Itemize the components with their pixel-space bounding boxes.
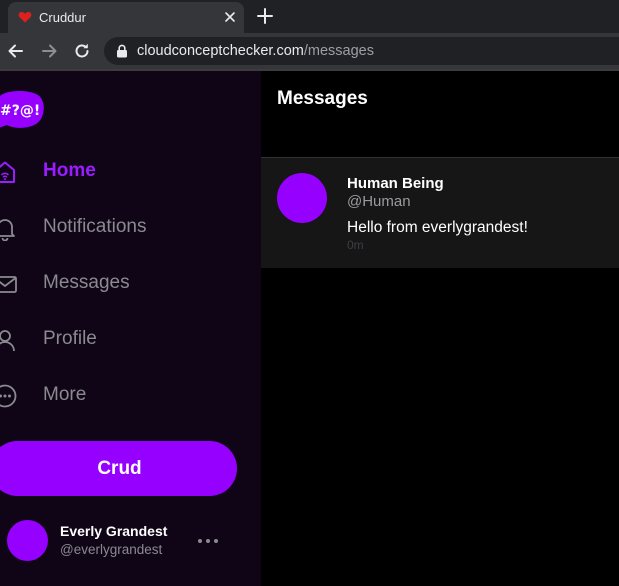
bell-icon: [0, 219, 15, 241]
sidebar-item-label: More: [43, 384, 87, 405]
address-bar[interactable]: cloudconceptchecker.com/messages: [104, 37, 619, 65]
sidebar-item-label: Messages: [43, 272, 130, 293]
browser-tab[interactable]: Cruddur: [8, 2, 244, 33]
crud-button[interactable]: Crud: [0, 441, 237, 496]
message-timestamp: 0m: [347, 238, 364, 252]
user-handle: @everlygrandest: [60, 542, 163, 557]
browser-tab-bar: Cruddur: [0, 0, 619, 33]
home-icon: [0, 161, 15, 183]
url-path: /messages: [303, 43, 374, 59]
tab-title: Cruddur: [39, 10, 86, 25]
main-content: Messages Human Being @Human Hello from e…: [261, 71, 619, 586]
person-icon: [0, 330, 15, 352]
user-display-name: Everly Grandest: [60, 523, 168, 539]
crud-button-label: Crud: [97, 457, 142, 479]
more-dots-icon[interactable]: [197, 538, 219, 544]
sidebar-item-home[interactable]: Home: [0, 151, 250, 191]
message-text: Hello from everlygrandest!: [347, 219, 528, 236]
browser-toolbar: cloudconceptchecker.com/messages: [0, 33, 619, 69]
back-arrow-icon[interactable]: [6, 41, 26, 61]
forward-arrow-icon[interactable]: [39, 41, 59, 61]
logo-text: #?@!: [0, 103, 40, 119]
message-sender-name: Human Being: [347, 175, 444, 192]
page-title: Messages: [277, 88, 368, 109]
sidebar-item-messages[interactable]: Messages: [0, 263, 250, 303]
mail-icon: [0, 276, 17, 293]
heart-favicon-icon: [18, 11, 32, 23]
sidebar-item-label: Notifications: [43, 216, 147, 237]
sidebar-item-notifications[interactable]: Notifications: [0, 207, 250, 247]
cruddur-logo[interactable]: #?@!: [0, 90, 46, 130]
more-circle-icon: [0, 384, 17, 408]
message-sender-handle: @Human: [347, 193, 411, 210]
close-icon[interactable]: [222, 9, 238, 25]
avatar: [277, 173, 327, 223]
url-text: cloudconceptchecker.com/messages: [137, 43, 374, 59]
lock-icon: [117, 44, 127, 58]
speech-bubble-logo-icon: #?@!: [0, 91, 44, 128]
new-tab-icon[interactable]: [256, 7, 274, 25]
avatar: [7, 520, 48, 561]
sidebar-item-label: Profile: [43, 328, 97, 349]
current-user[interactable]: Everly Grandest @everlygrandest: [0, 517, 250, 561]
sidebar-item-more[interactable]: More: [0, 375, 250, 415]
message-item[interactable]: Human Being @Human Hello from everlygran…: [261, 158, 619, 268]
url-domain: cloudconceptchecker.com: [137, 43, 304, 59]
sidebar: #?@! Home Notifications Messages Profile: [0, 71, 261, 586]
sidebar-item-profile[interactable]: Profile: [0, 319, 250, 359]
sidebar-item-label: Home: [43, 160, 96, 181]
reload-icon[interactable]: [72, 41, 92, 61]
